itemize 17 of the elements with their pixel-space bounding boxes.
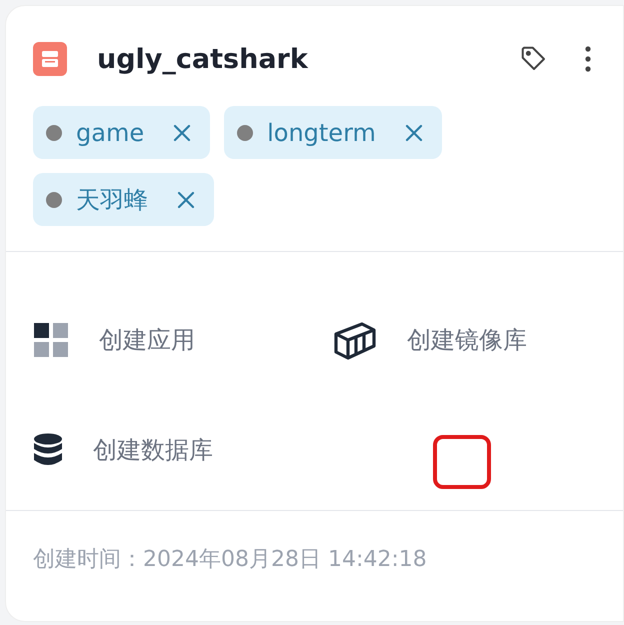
action-link[interactable]: 创建镜像库 <box>407 324 527 356</box>
database-icon <box>33 433 63 467</box>
tag-label: 天羽蜂 <box>76 184 148 216</box>
close-icon[interactable] <box>404 122 424 142</box>
close-icon[interactable] <box>172 122 192 142</box>
action-link[interactable]: 创建应用 <box>99 324 195 356</box>
box-icon <box>333 320 377 360</box>
highlight-box <box>433 435 491 489</box>
action-link[interactable]: 创建数据库 <box>93 434 213 466</box>
grid-icon <box>33 322 69 358</box>
tag-label: longterm <box>267 118 376 146</box>
close-icon[interactable] <box>176 190 196 210</box>
project-title: ugly_catshark <box>97 44 308 74</box>
created-time: 创建时间：2024年08月28日 14:42:18 <box>32 546 428 574</box>
server-icon <box>33 42 67 76</box>
more-icon[interactable] <box>583 44 593 74</box>
tag-label: game <box>76 118 144 146</box>
